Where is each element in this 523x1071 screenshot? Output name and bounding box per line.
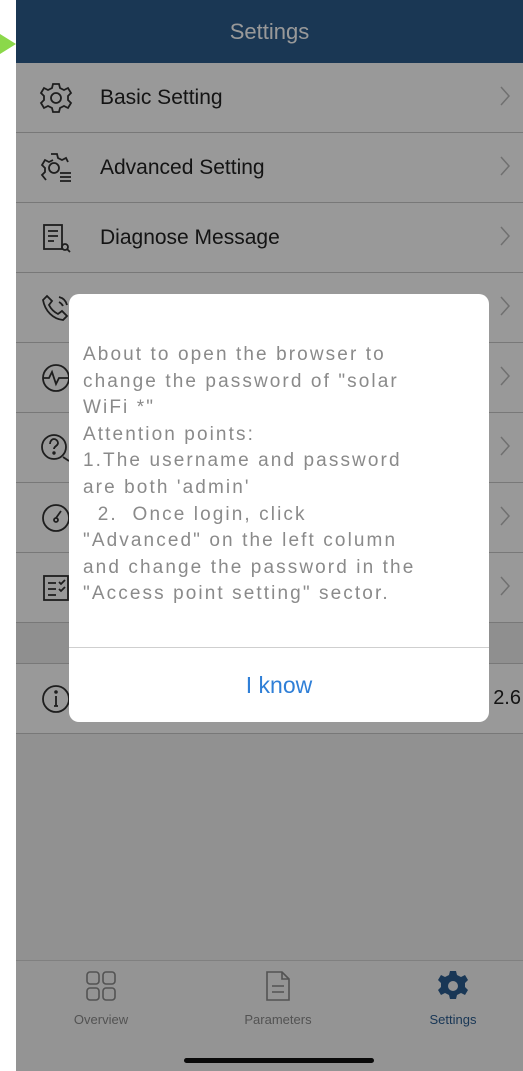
dialog-message-line: 1.The username and password [83,450,402,472]
pointer-arrow-icon [0,34,16,54]
dialog-message-line: are both 'admin' [83,476,251,498]
i-know-button[interactable]: I know [69,648,489,722]
dialog-message-line: "Advanced" on the left column [83,530,398,552]
dialog-message-line: and change the password in the [83,556,416,578]
dialog-message-line: Attention points: [83,423,255,445]
app-screen: Settings Basic Setting Advanced Setting … [16,0,523,1071]
dialog-message: About to open the browser to change the … [83,342,479,608]
dialog-message-line: "Access point setting" sector. [83,583,390,605]
dialog-message-line: About to open the browser to [83,344,386,365]
alert-dialog: About to open the browser to change the … [69,294,489,722]
dialog-message-line: WiFi *" [83,397,156,419]
dialog-message-line: 2. Once login, click [83,503,307,525]
dialog-message-line: change the password of "solar [83,370,399,392]
